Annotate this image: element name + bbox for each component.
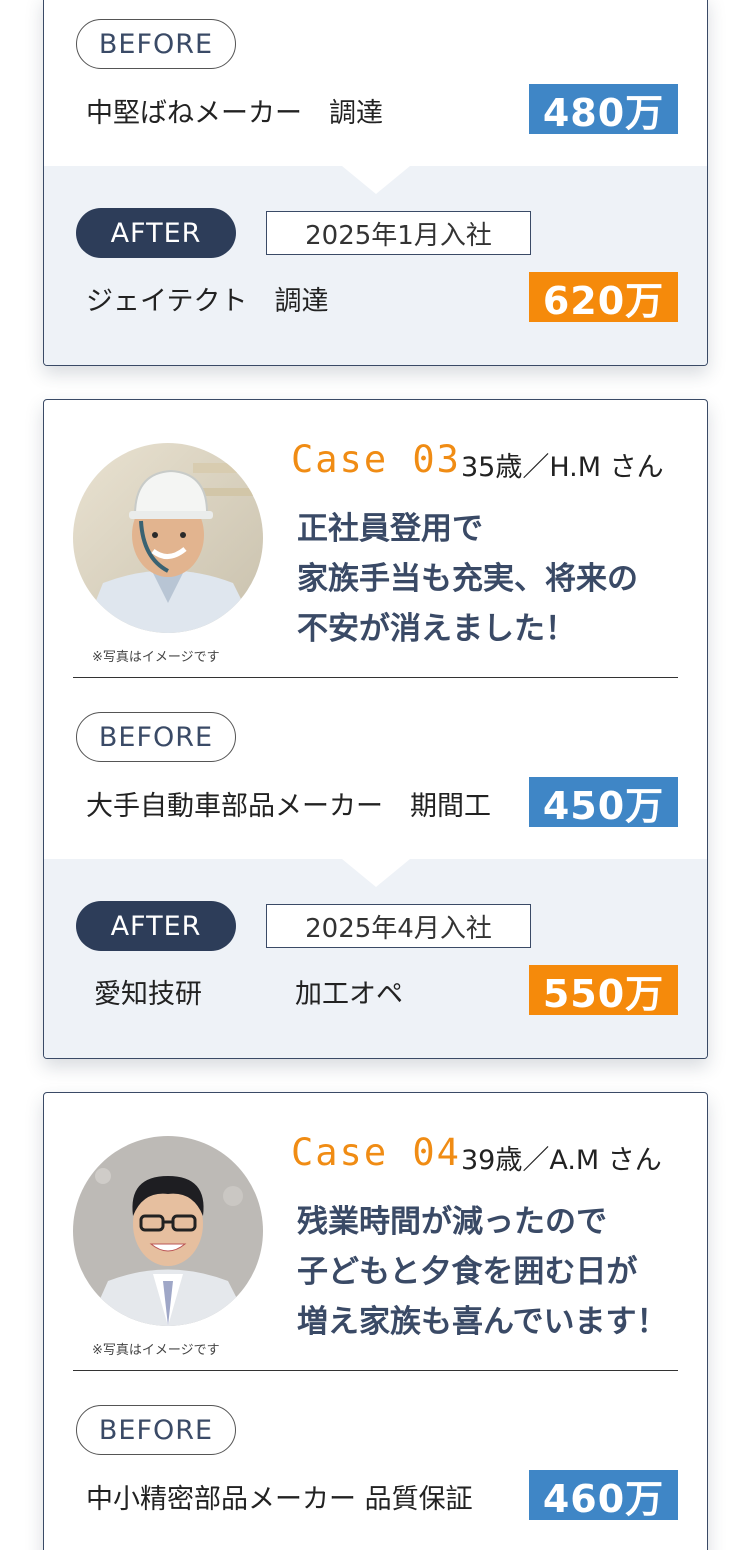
before-salary: 480万 [529,84,678,135]
after-salary: 620万 [529,272,678,323]
photo-note: ※写真はイメージです [92,1343,220,1358]
before-badge: BEFORE [76,1405,236,1455]
divider [73,1370,678,1371]
after-salary: 550万 [529,965,678,1016]
case-card-03: ※写真はイメージです Case 03 35歳／H.M さん 正社員登用で 家族手… [43,399,708,1059]
worker-helmet-photo [73,443,263,633]
before-company: 中堅ばねメーカー 調達 [86,98,383,129]
case-person: 35歳／H.M さん [461,452,664,483]
case-card-02: BEFORE 中堅ばねメーカー 調達 480万 AFTER 2025年1月入社 … [43,0,708,366]
case-quote: 正社員登用で 家族手当も充実、将来の 不安が消えました！ [297,504,697,654]
photo-note: ※写真はイメージです [92,650,220,665]
case-quote: 残業時間が減ったので 子どもと夕食を囲む日が 増え家族も喜んでいます！ [297,1197,697,1347]
case-card-04: ※写真はイメージです Case 04 39歳／A.M さん 残業時間が減ったので… [43,1092,708,1550]
quote-line: 子どもと夕食を囲む日が [297,1254,638,1290]
quote-line: 家族手当も充実、将来の [297,561,638,597]
quote-line: 残業時間が減ったので [297,1204,607,1240]
joined-date: 2025年4月入社 [266,904,531,948]
after-company: ジェイテクト 調達 [86,286,329,317]
before-salary: 450万 [529,777,678,828]
quote-line: 不安が消えました！ [297,611,576,647]
after-company: 愛知技研 [94,979,202,1010]
divider [73,677,678,678]
after-section: AFTER 2025年1月入社 ジェイテクト 調達 620万 [44,166,707,365]
quote-line: 増え家族も喜んでいます！ [297,1304,668,1340]
case-number: Case 03 [291,438,461,481]
worker-glasses-photo [73,1136,263,1326]
before-company: 大手自動車部品メーカー 期間工 [86,791,491,822]
before-badge: BEFORE [76,19,236,69]
after-badge: AFTER [76,208,236,258]
before-company: 中小精密部品メーカー 品質保証 [86,1484,473,1515]
case-person: 39歳／A.M さん [461,1145,662,1176]
quote-line: 正社員登用で [297,511,483,547]
after-badge: AFTER [76,901,236,951]
after-role: 加工オペ [295,979,403,1010]
before-salary: 460万 [529,1470,678,1521]
arrow-down-notch [341,166,410,194]
arrow-down-notch [341,859,410,887]
after-section: AFTER 2025年4月入社 愛知技研 加工オペ 550万 [44,859,707,1058]
joined-date: 2025年1月入社 [266,211,531,255]
case-number: Case 04 [291,1131,461,1174]
before-badge: BEFORE [76,712,236,762]
